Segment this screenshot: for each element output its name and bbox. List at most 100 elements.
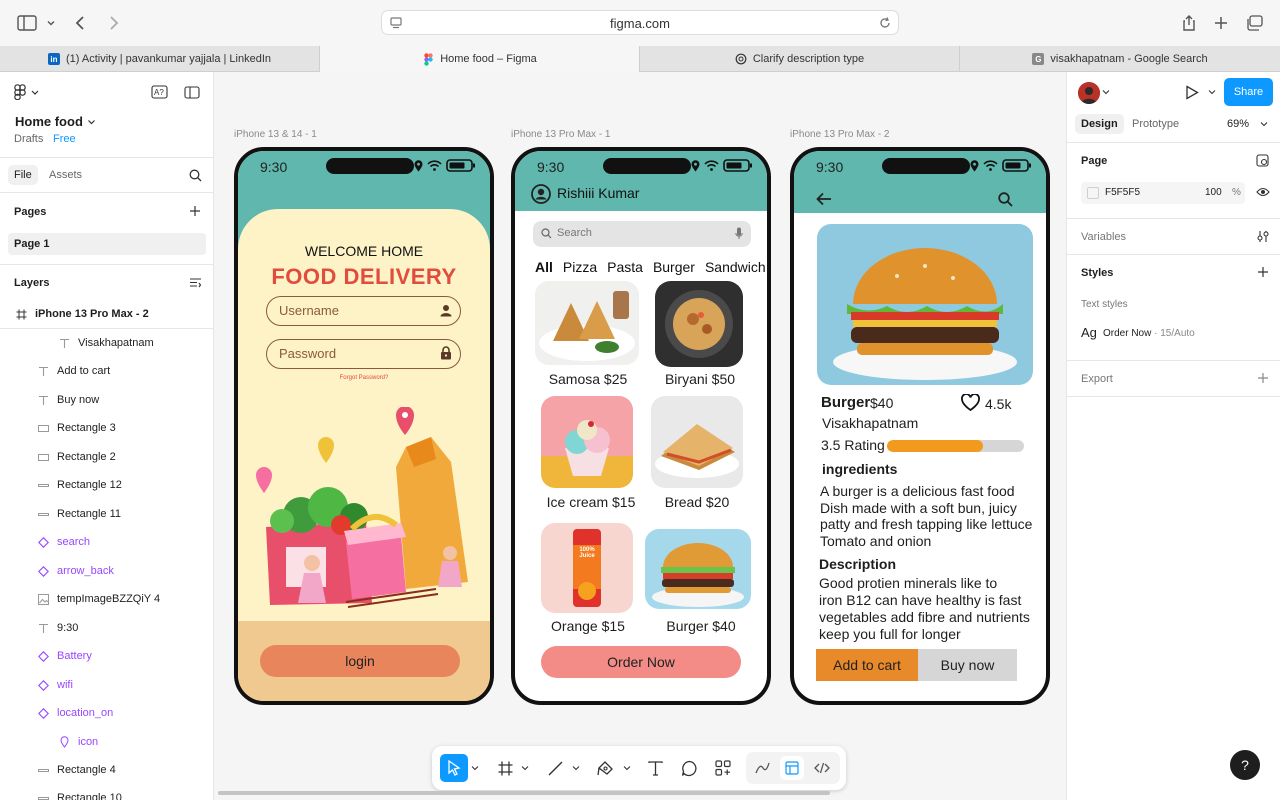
layer-row[interactable]: tempImageBZZQiY 4 (0, 585, 213, 613)
forgot-password-link[interactable]: Forgot Password? (238, 375, 490, 381)
layer-row[interactable]: Rectangle 3 (0, 414, 213, 442)
chevron-down-icon[interactable] (1208, 89, 1216, 95)
chevron-down-icon[interactable] (1260, 121, 1268, 127)
page-color-field[interactable]: F5F5F5 100 % (1081, 182, 1245, 204)
new-tab-icon[interactable] (1210, 12, 1232, 34)
layer-row[interactable]: wifi (0, 671, 213, 699)
figma-menu-icon[interactable] (14, 84, 40, 100)
food-image-burger[interactable] (645, 529, 751, 609)
layer-row[interactable]: Rectangle 12 (0, 471, 213, 499)
add-export-icon[interactable] (1257, 372, 1269, 384)
category-tab[interactable]: Sandwich (705, 259, 766, 275)
category-tab[interactable]: Pasta (607, 259, 643, 275)
horizontal-scrollbar[interactable] (218, 791, 830, 795)
avatar[interactable] (1078, 82, 1100, 104)
chevron-down-icon[interactable] (622, 754, 632, 782)
dev-mode-icon[interactable] (810, 756, 834, 780)
search-icon[interactable] (998, 192, 1013, 207)
tab-prototype[interactable]: Prototype (1132, 118, 1179, 130)
present-play-icon[interactable] (1185, 85, 1199, 100)
layer-row[interactable]: location_on (0, 699, 213, 727)
frame-label[interactable]: iPhone 13 Pro Max - 2 (790, 129, 890, 140)
chevron-down-icon[interactable] (571, 754, 581, 782)
buy-now-button[interactable]: Buy now (918, 649, 1017, 681)
tab-design[interactable]: Design (1075, 114, 1124, 134)
category-tab[interactable]: Burger (653, 259, 695, 275)
add-page-icon[interactable] (189, 205, 201, 217)
page-opacity[interactable]: 100 (1205, 187, 1222, 198)
search-icon[interactable] (189, 169, 202, 182)
layer-row[interactable]: Rectangle 2 (0, 443, 213, 471)
collapse-layers-icon[interactable] (189, 277, 202, 288)
text-tool-icon[interactable] (644, 754, 666, 782)
page-color-hex[interactable]: F5F5F5 (1105, 187, 1140, 198)
tab-assets[interactable]: Assets (49, 169, 82, 181)
layer-row[interactable]: Visakhapatnam (0, 329, 213, 357)
account-circle-icon[interactable] (531, 184, 551, 204)
eye-icon[interactable] (1256, 187, 1270, 197)
add-to-cart-button[interactable]: Add to cart (816, 649, 918, 681)
share-button[interactable]: Share (1224, 78, 1273, 106)
design-mode-icon[interactable] (780, 756, 804, 780)
chevron-down-icon[interactable] (470, 754, 480, 782)
tab-linkedin[interactable]: in (1) Activity | pavankumar yajjala | L… (0, 46, 320, 72)
tab-file[interactable]: File (8, 165, 38, 185)
tab-overview-icon[interactable] (1243, 12, 1265, 34)
food-image-biryani[interactable] (655, 281, 743, 367)
reload-icon[interactable] (878, 16, 892, 30)
heart-icon[interactable] (961, 394, 980, 411)
food-image-samosa[interactable] (535, 281, 639, 365)
layer-row[interactable]: arrow_back (0, 557, 213, 585)
category-tab[interactable]: Pizza (563, 259, 597, 275)
move-tool-icon[interactable] (440, 754, 468, 782)
frame-tool-icon[interactable] (494, 754, 516, 782)
layer-row[interactable]: 9:30 (0, 614, 213, 642)
phone-frame-login[interactable]: 9:30 WELCOME HOME FOOD DELIVERY Username… (234, 147, 494, 705)
tab-google[interactable]: G visakhapatnam - Google Search (960, 46, 1280, 72)
layer-row[interactable]: Buy now (0, 386, 213, 414)
export-title[interactable]: Export (1081, 373, 1113, 385)
food-image-orange[interactable]: 100% Juice (541, 523, 633, 613)
variables-title[interactable]: Variables (1081, 231, 1126, 243)
layer-row[interactable]: Battery (0, 642, 213, 670)
frame-label[interactable]: iPhone 13 & 14 - 1 (234, 129, 317, 140)
phone-frame-details[interactable]: 9:30 Burger $40 4.5k Visakhapatnam 3.5 R… (790, 147, 1050, 705)
file-name[interactable]: Home food (15, 114, 83, 129)
text-style-item[interactable]: Order Now · 15/Auto (1103, 328, 1195, 339)
drafts-label[interactable]: Drafts (14, 133, 43, 145)
chevron-down-icon[interactable] (1102, 89, 1110, 95)
help-button[interactable]: ? (1230, 750, 1260, 780)
line-tool-icon[interactable] (544, 754, 566, 782)
layer-row[interactable]: icon (0, 728, 213, 756)
login-button[interactable]: login (260, 645, 460, 677)
chevron-down-icon[interactable] (87, 118, 96, 126)
phone-frame-menu[interactable]: 9:30 Rishiii Kumar Search All Pizza Past… (511, 147, 771, 705)
chevron-down-icon[interactable] (520, 754, 530, 782)
forward-arrow-icon[interactable] (102, 12, 124, 34)
username-field[interactable]: Username (266, 296, 461, 326)
page-item[interactable]: Page 1 (8, 233, 206, 255)
variables-icon[interactable] (1257, 230, 1269, 243)
address-bar[interactable]: figma.com (381, 10, 899, 35)
pen-tool-icon[interactable] (594, 754, 616, 782)
layer-row[interactable]: Rectangle 11 (0, 500, 213, 528)
comment-tool-icon[interactable] (678, 754, 700, 782)
text-ai-icon[interactable]: A? (151, 85, 168, 99)
search-bar[interactable]: Search (533, 221, 751, 247)
password-field[interactable]: Password (266, 339, 461, 369)
share-icon[interactable] (1178, 12, 1200, 34)
draw-mode-icon[interactable] (750, 756, 774, 780)
category-tab[interactable]: All (535, 259, 553, 275)
layer-row[interactable]: Add to cart (0, 357, 213, 385)
tab-chatgpt[interactable]: Clarify description type (640, 46, 960, 72)
food-image-bread[interactable] (651, 396, 743, 488)
layer-row[interactable]: Rectangle 10 (0, 784, 213, 800)
resources-tool-icon[interactable] (712, 754, 734, 782)
sidebar-toggle-icon[interactable] (16, 12, 38, 34)
color-swatch[interactable] (1087, 187, 1099, 199)
tab-figma[interactable]: Home food – Figma (320, 46, 640, 72)
order-now-button[interactable]: Order Now (541, 646, 741, 678)
chevron-down-icon[interactable] (40, 12, 62, 34)
back-arrow-icon[interactable] (70, 12, 92, 34)
add-style-icon[interactable] (1257, 266, 1269, 278)
